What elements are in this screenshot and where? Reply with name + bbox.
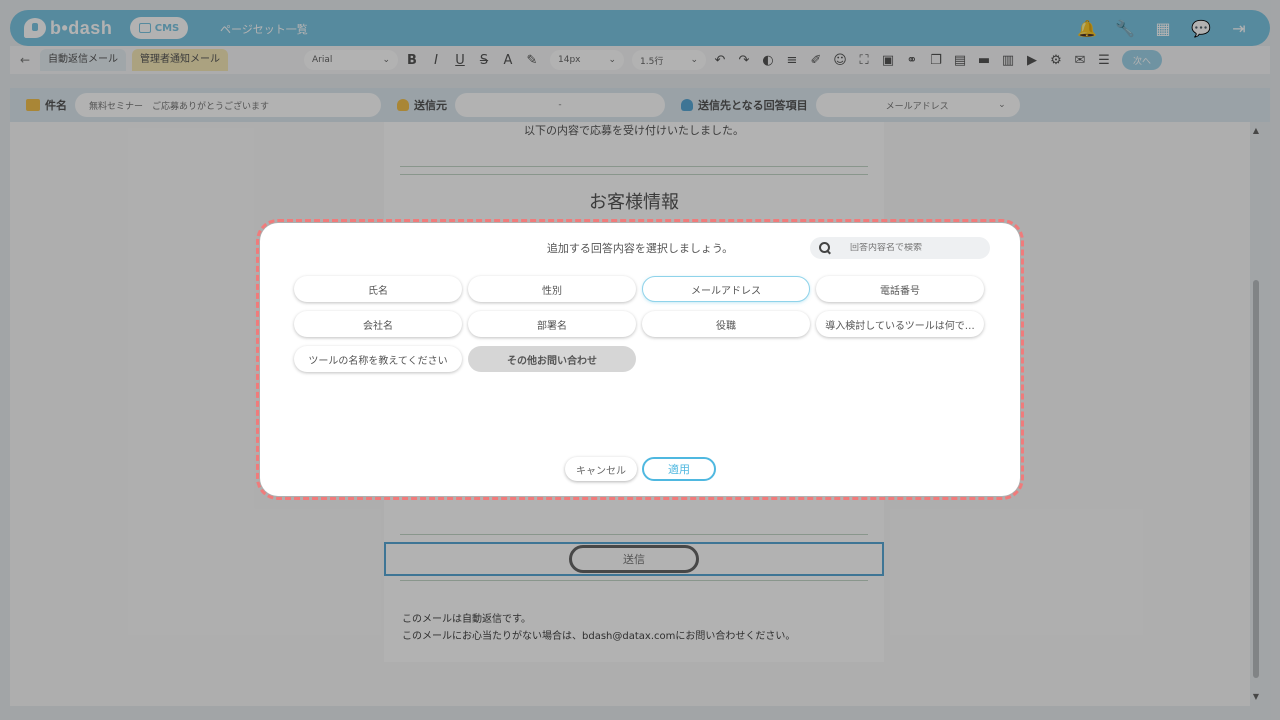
chip-label: 氏名	[368, 285, 388, 297]
chip-label: その他お問い合わせ	[507, 355, 597, 367]
chip-label: 電話番号	[880, 285, 920, 297]
answer-select-modal: 追加する回答内容を選択しましょう。 氏名 性別 メールアドレス 電話番号 会社名…	[260, 223, 1020, 496]
chip-email[interactable]: メールアドレス	[642, 276, 810, 302]
chip-department[interactable]: 部署名	[468, 311, 636, 337]
search-input[interactable]	[850, 243, 970, 253]
chip-label: メールアドレス	[691, 285, 761, 297]
search-box[interactable]	[810, 237, 990, 259]
chip-tool-consideration[interactable]: 導入検討しているツールは何で…	[816, 311, 984, 337]
chip-label: 役職	[716, 320, 736, 332]
chip-label: 導入検討しているツールは何で…	[825, 320, 975, 332]
chip-label: ツールの名称を教えてください	[308, 355, 448, 367]
chip-name[interactable]: 氏名	[294, 276, 462, 302]
chip-label: 部署名	[537, 320, 567, 332]
chip-other-inquiry[interactable]: その他お問い合わせ	[468, 346, 636, 372]
cancel-button[interactable]: キャンセル	[565, 457, 637, 481]
chip-position[interactable]: 役職	[642, 311, 810, 337]
answer-chip-grid: 氏名 性別 メールアドレス 電話番号 会社名 部署名 役職 導入検討しているツー…	[294, 276, 994, 372]
chip-tool-name[interactable]: ツールの名称を教えてください	[294, 346, 462, 372]
chip-label: 性別	[542, 285, 562, 297]
search-icon	[818, 241, 832, 255]
apply-button[interactable]: 適用	[642, 457, 716, 481]
chip-phone[interactable]: 電話番号	[816, 276, 984, 302]
chip-gender[interactable]: 性別	[468, 276, 636, 302]
chip-label: 会社名	[363, 320, 393, 332]
chip-company[interactable]: 会社名	[294, 311, 462, 337]
